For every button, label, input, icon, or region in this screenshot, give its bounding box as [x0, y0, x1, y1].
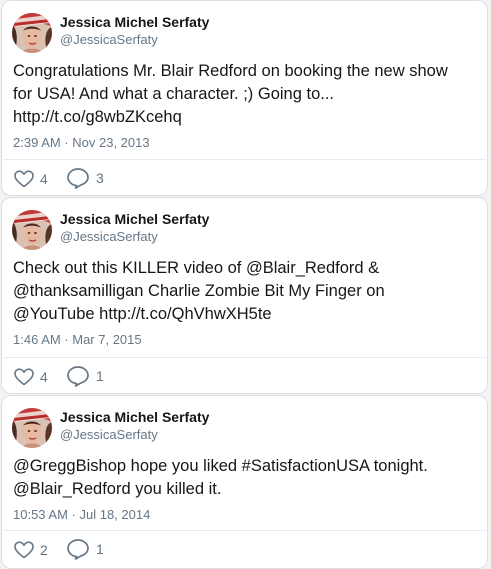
- heart-icon: [14, 170, 34, 188]
- reply-button[interactable]: 1: [66, 365, 104, 387]
- author-name[interactable]: Jessica Michel Serfaty: [60, 211, 209, 228]
- tweet-text-line: @Blair_Redford you killed it.: [13, 480, 222, 498]
- tweet-text-line: for USA! And what a character. ;) Going …: [13, 85, 334, 103]
- like-count: 4: [40, 369, 48, 385]
- divider: [3, 159, 486, 160]
- author-name[interactable]: Jessica Michel Serfaty: [60, 14, 209, 31]
- timestamp[interactable]: 1:46 AM · Mar 7, 2015: [13, 332, 142, 348]
- tweet-text-line: @GreggBishop hope you liked #Satisfactio…: [13, 457, 428, 475]
- divider: [3, 530, 486, 531]
- avatar[interactable]: [12, 13, 52, 53]
- tweet-card[interactable]: Jessica Michel Serfaty @JessicaSerfaty @…: [1, 395, 488, 569]
- like-count: 2: [40, 542, 48, 558]
- like-button[interactable]: 2: [14, 539, 48, 561]
- speech-bubble-icon: [66, 538, 90, 560]
- tweet-link[interactable]: http://t.co/g8wbZKcehq: [13, 106, 481, 129]
- divider: [3, 357, 486, 358]
- reply-button[interactable]: 1: [66, 538, 104, 560]
- tweet-text-line: Congratulations Mr. Blair Redford on boo…: [13, 62, 448, 80]
- tweet-card[interactable]: Jessica Michel Serfaty @JessicaSerfaty C…: [1, 197, 488, 394]
- avatar[interactable]: [12, 408, 52, 448]
- tweet-card[interactable]: Jessica Michel Serfaty @JessicaSerfaty C…: [1, 0, 488, 196]
- tweet-text-line: @thanksamilligan Charlie Zombie Bit My F…: [13, 282, 385, 300]
- like-button[interactable]: 4: [14, 366, 48, 388]
- tweet-text-line: Check out this KILLER video of @Blair_Re…: [13, 259, 380, 277]
- like-count: 4: [40, 171, 48, 187]
- reply-count: 1: [96, 368, 104, 384]
- avatar-image: [12, 13, 52, 53]
- heart-icon: [14, 368, 34, 386]
- reply-button[interactable]: 3: [66, 167, 104, 189]
- like-button[interactable]: 4: [14, 168, 48, 190]
- tweet-text: @GreggBishop hope you liked #Satisfactio…: [13, 455, 481, 501]
- author-name[interactable]: Jessica Michel Serfaty: [60, 409, 209, 426]
- speech-bubble-icon: [66, 365, 90, 387]
- tweet-text: Congratulations Mr. Blair Redford on boo…: [13, 60, 481, 129]
- author-handle[interactable]: @JessicaSerfaty: [60, 229, 158, 245]
- author-handle[interactable]: @JessicaSerfaty: [60, 427, 158, 443]
- tweet-text-line[interactable]: @YouTube http://t.co/QhVhwXH5te: [13, 303, 481, 326]
- avatar-image: [12, 408, 52, 448]
- avatar-image: [12, 210, 52, 250]
- author-handle[interactable]: @JessicaSerfaty: [60, 32, 158, 48]
- timestamp[interactable]: 10:53 AM · Jul 18, 2014: [13, 507, 150, 523]
- tweet-text: Check out this KILLER video of @Blair_Re…: [13, 257, 481, 326]
- reply-count: 1: [96, 541, 104, 557]
- avatar[interactable]: [12, 210, 52, 250]
- speech-bubble-icon: [66, 167, 90, 189]
- reply-count: 3: [96, 170, 104, 186]
- timestamp[interactable]: 2:39 AM · Nov 23, 2013: [13, 135, 150, 151]
- heart-icon: [14, 541, 34, 559]
